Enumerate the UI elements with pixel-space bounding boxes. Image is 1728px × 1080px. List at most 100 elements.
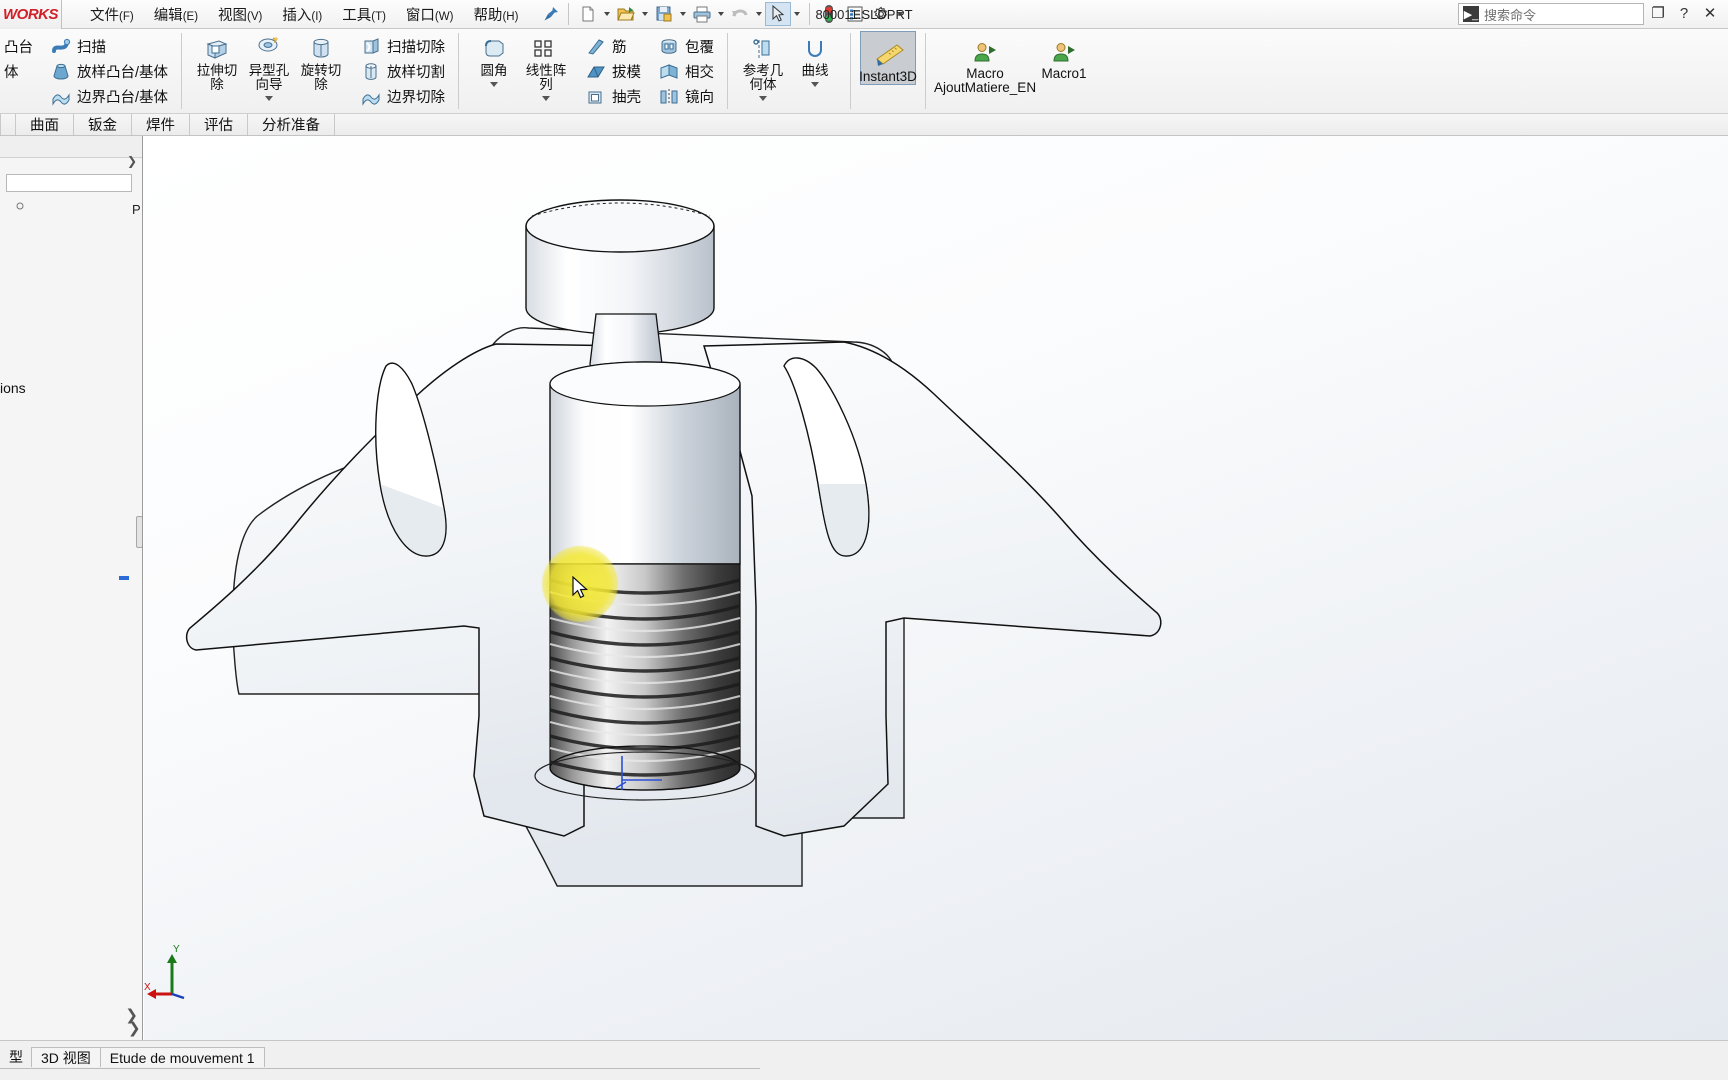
instant3d-command[interactable]: Instant3D bbox=[859, 31, 917, 85]
model-tab-motion-study[interactable]: Etude de mouvement 1 bbox=[99, 1047, 265, 1067]
curves-icon bbox=[802, 34, 828, 62]
fillet-icon bbox=[481, 34, 507, 62]
menu-items: 文件(F) 编辑(E) 视图(V) 插入(I) 工具(T) 窗口(W) 帮助(H… bbox=[80, 1, 528, 28]
reference-geometry-dropdown[interactable] bbox=[759, 92, 768, 104]
fillet-command[interactable]: 圆角 bbox=[468, 31, 520, 90]
undo-dropdown[interactable] bbox=[753, 2, 765, 26]
rib-draft-shell-group: 筋 拔模 抽壳 bbox=[576, 29, 649, 113]
select-arrow-icon[interactable] bbox=[765, 2, 792, 26]
help-icon[interactable]: ? bbox=[1672, 2, 1696, 24]
mirror-command[interactable]: 镜向 bbox=[653, 84, 718, 109]
menu-help[interactable]: 帮助(H) bbox=[463, 1, 528, 28]
settings-dropdown[interactable] bbox=[894, 2, 906, 26]
ribbon-separator-5 bbox=[925, 33, 927, 109]
feature-manager-tabs[interactable] bbox=[0, 136, 142, 158]
rib-command[interactable]: 筋 bbox=[580, 34, 645, 59]
rebuild-traffic-light-icon[interactable] bbox=[816, 2, 842, 26]
reference-geometry-command[interactable]: 参考几何体 bbox=[737, 31, 789, 104]
sweep-loft-boundary-group: 扫描 放样凸台/基体 边界凸台/基体 bbox=[41, 29, 176, 113]
macro-ajoutmatiere-command[interactable]: Macro AjoutMatiere_EN bbox=[934, 31, 1036, 95]
revolved-cut-command[interactable]: 旋转切除 bbox=[295, 31, 347, 92]
tree-item-partial[interactable]: ions bbox=[0, 380, 26, 396]
panel-resize-grip[interactable] bbox=[136, 516, 142, 548]
ribbon-separator-2 bbox=[458, 33, 460, 109]
hole-wizard-dropdown[interactable] bbox=[265, 92, 274, 104]
panel-expand-chevron-icon[interactable]: ❯ bbox=[126, 154, 138, 168]
extruded-cut-icon bbox=[204, 34, 230, 62]
macro1-command[interactable]: Macro1 bbox=[1035, 31, 1093, 81]
select-dropdown[interactable] bbox=[791, 2, 803, 26]
boundary-cut-icon bbox=[359, 86, 383, 108]
menu-bar: WORKS 文件(F) 编辑(E) 视图(V) 插入(I) 工具(T) 窗口(W… bbox=[0, 0, 1728, 29]
tab-sheetmetal[interactable]: 钣金 bbox=[74, 114, 132, 135]
new-document-icon[interactable] bbox=[575, 2, 601, 26]
intersect-command[interactable]: 相交 bbox=[653, 59, 718, 84]
open-document-icon[interactable] bbox=[613, 2, 639, 26]
curves-command[interactable]: 曲线 bbox=[789, 31, 841, 90]
swept-boss-command[interactable]: 扫描 bbox=[45, 34, 172, 59]
tree-root-node[interactable] bbox=[14, 200, 26, 215]
menu-insert[interactable]: 插入(I) bbox=[272, 1, 332, 28]
menu-file[interactable]: 文件(F) bbox=[80, 1, 144, 28]
graphics-viewport[interactable]: ◁ ▷ bbox=[144, 136, 1728, 1040]
close-window-icon[interactable]: ✕ bbox=[1698, 2, 1722, 24]
model-right-wing-outline bbox=[703, 341, 1162, 837]
boundary-boss-command[interactable]: 边界凸台/基体 bbox=[45, 84, 172, 109]
revolved-cut-icon bbox=[308, 34, 334, 62]
macro-user-icon bbox=[971, 37, 999, 65]
model-tab-3dview[interactable]: 3D 视图 bbox=[31, 1047, 101, 1067]
model-tabs-expand-icon[interactable]: ❯ bbox=[128, 1019, 141, 1037]
lofted-cut-command[interactable]: 放样切割 bbox=[355, 59, 449, 84]
revolved-cut-label: 旋转切除 bbox=[300, 63, 342, 92]
menu-tools[interactable]: 工具(T) bbox=[332, 1, 396, 28]
status-bar: ❯ 型 3D 视图 Etude de mouvement 1 bbox=[0, 1020, 1728, 1080]
menu-view[interactable]: 视图(V) bbox=[208, 1, 272, 28]
mirror-icon bbox=[657, 86, 681, 108]
print-dropdown[interactable] bbox=[715, 2, 727, 26]
settings-gear-icon[interactable] bbox=[868, 2, 894, 26]
shell-command[interactable]: 抽壳 bbox=[580, 84, 645, 109]
undo-icon[interactable] bbox=[727, 2, 753, 26]
extruded-boss-command[interactable]: 凸台 bbox=[0, 34, 37, 59]
boundary-cut-command[interactable]: 边界切除 bbox=[355, 84, 449, 109]
new-document-dropdown[interactable] bbox=[601, 2, 613, 26]
linear-pattern-command[interactable]: 线性阵列 bbox=[520, 31, 572, 104]
linear-pattern-dropdown[interactable] bbox=[542, 92, 551, 104]
menu-edit[interactable]: 编辑(E) bbox=[144, 1, 208, 28]
swept-cut-label: 扫描切除 bbox=[387, 40, 446, 56]
fillet-dropdown[interactable] bbox=[490, 78, 499, 90]
curves-dropdown[interactable] bbox=[811, 78, 820, 90]
wrap-command[interactable]: 包覆 bbox=[653, 34, 718, 59]
revolved-boss-command[interactable]: 体 bbox=[0, 59, 37, 84]
boundary-cut-label: 边界切除 bbox=[387, 90, 446, 106]
curves-label: 曲线 bbox=[801, 63, 829, 78]
save-document-icon[interactable] bbox=[651, 2, 677, 26]
hole-wizard-label: 异型孔向导 bbox=[248, 63, 290, 92]
pushpin-icon[interactable] bbox=[540, 4, 562, 24]
tab-weldments[interactable]: 焊件 bbox=[132, 114, 190, 135]
extruded-boss-label: 凸台 bbox=[4, 40, 33, 56]
extruded-cut-command[interactable]: 拉伸切除 bbox=[191, 31, 243, 92]
solidworks-logo: WORKS bbox=[0, 0, 62, 29]
menu-window[interactable]: 窗口(W) bbox=[396, 1, 464, 28]
restore-window-icon[interactable]: ❐ bbox=[1646, 2, 1670, 24]
wrap-icon bbox=[657, 36, 681, 58]
hole-wizard-command[interactable]: 异型孔向导 bbox=[243, 31, 295, 104]
swept-cut-command[interactable]: 扫描切除 bbox=[355, 34, 449, 59]
save-document-dropdown[interactable] bbox=[677, 2, 689, 26]
search-command-box[interactable]: ▶_ 搜索命令 bbox=[1458, 3, 1644, 25]
lofted-boss-command[interactable]: 放样凸台/基体 bbox=[45, 59, 172, 84]
tab-clipped[interactable] bbox=[0, 114, 16, 135]
model-tab-clipped[interactable]: 型 bbox=[0, 1047, 32, 1067]
macro1-label: Macro1 bbox=[1041, 66, 1087, 81]
tab-evaluate[interactable]: 评估 bbox=[190, 114, 248, 135]
print-icon[interactable] bbox=[689, 2, 715, 26]
svg-text:X: X bbox=[144, 982, 151, 993]
open-document-dropdown[interactable] bbox=[639, 2, 651, 26]
tab-analysis-prep[interactable]: 分析准备 bbox=[248, 114, 335, 135]
options-list-icon[interactable] bbox=[842, 2, 868, 26]
tab-surfaces[interactable]: 曲面 bbox=[16, 114, 74, 135]
feature-search-input[interactable] bbox=[6, 174, 132, 192]
draft-command[interactable]: 拔模 bbox=[580, 59, 645, 84]
threaded-knob-part-3d-view[interactable] bbox=[144, 136, 1728, 1040]
